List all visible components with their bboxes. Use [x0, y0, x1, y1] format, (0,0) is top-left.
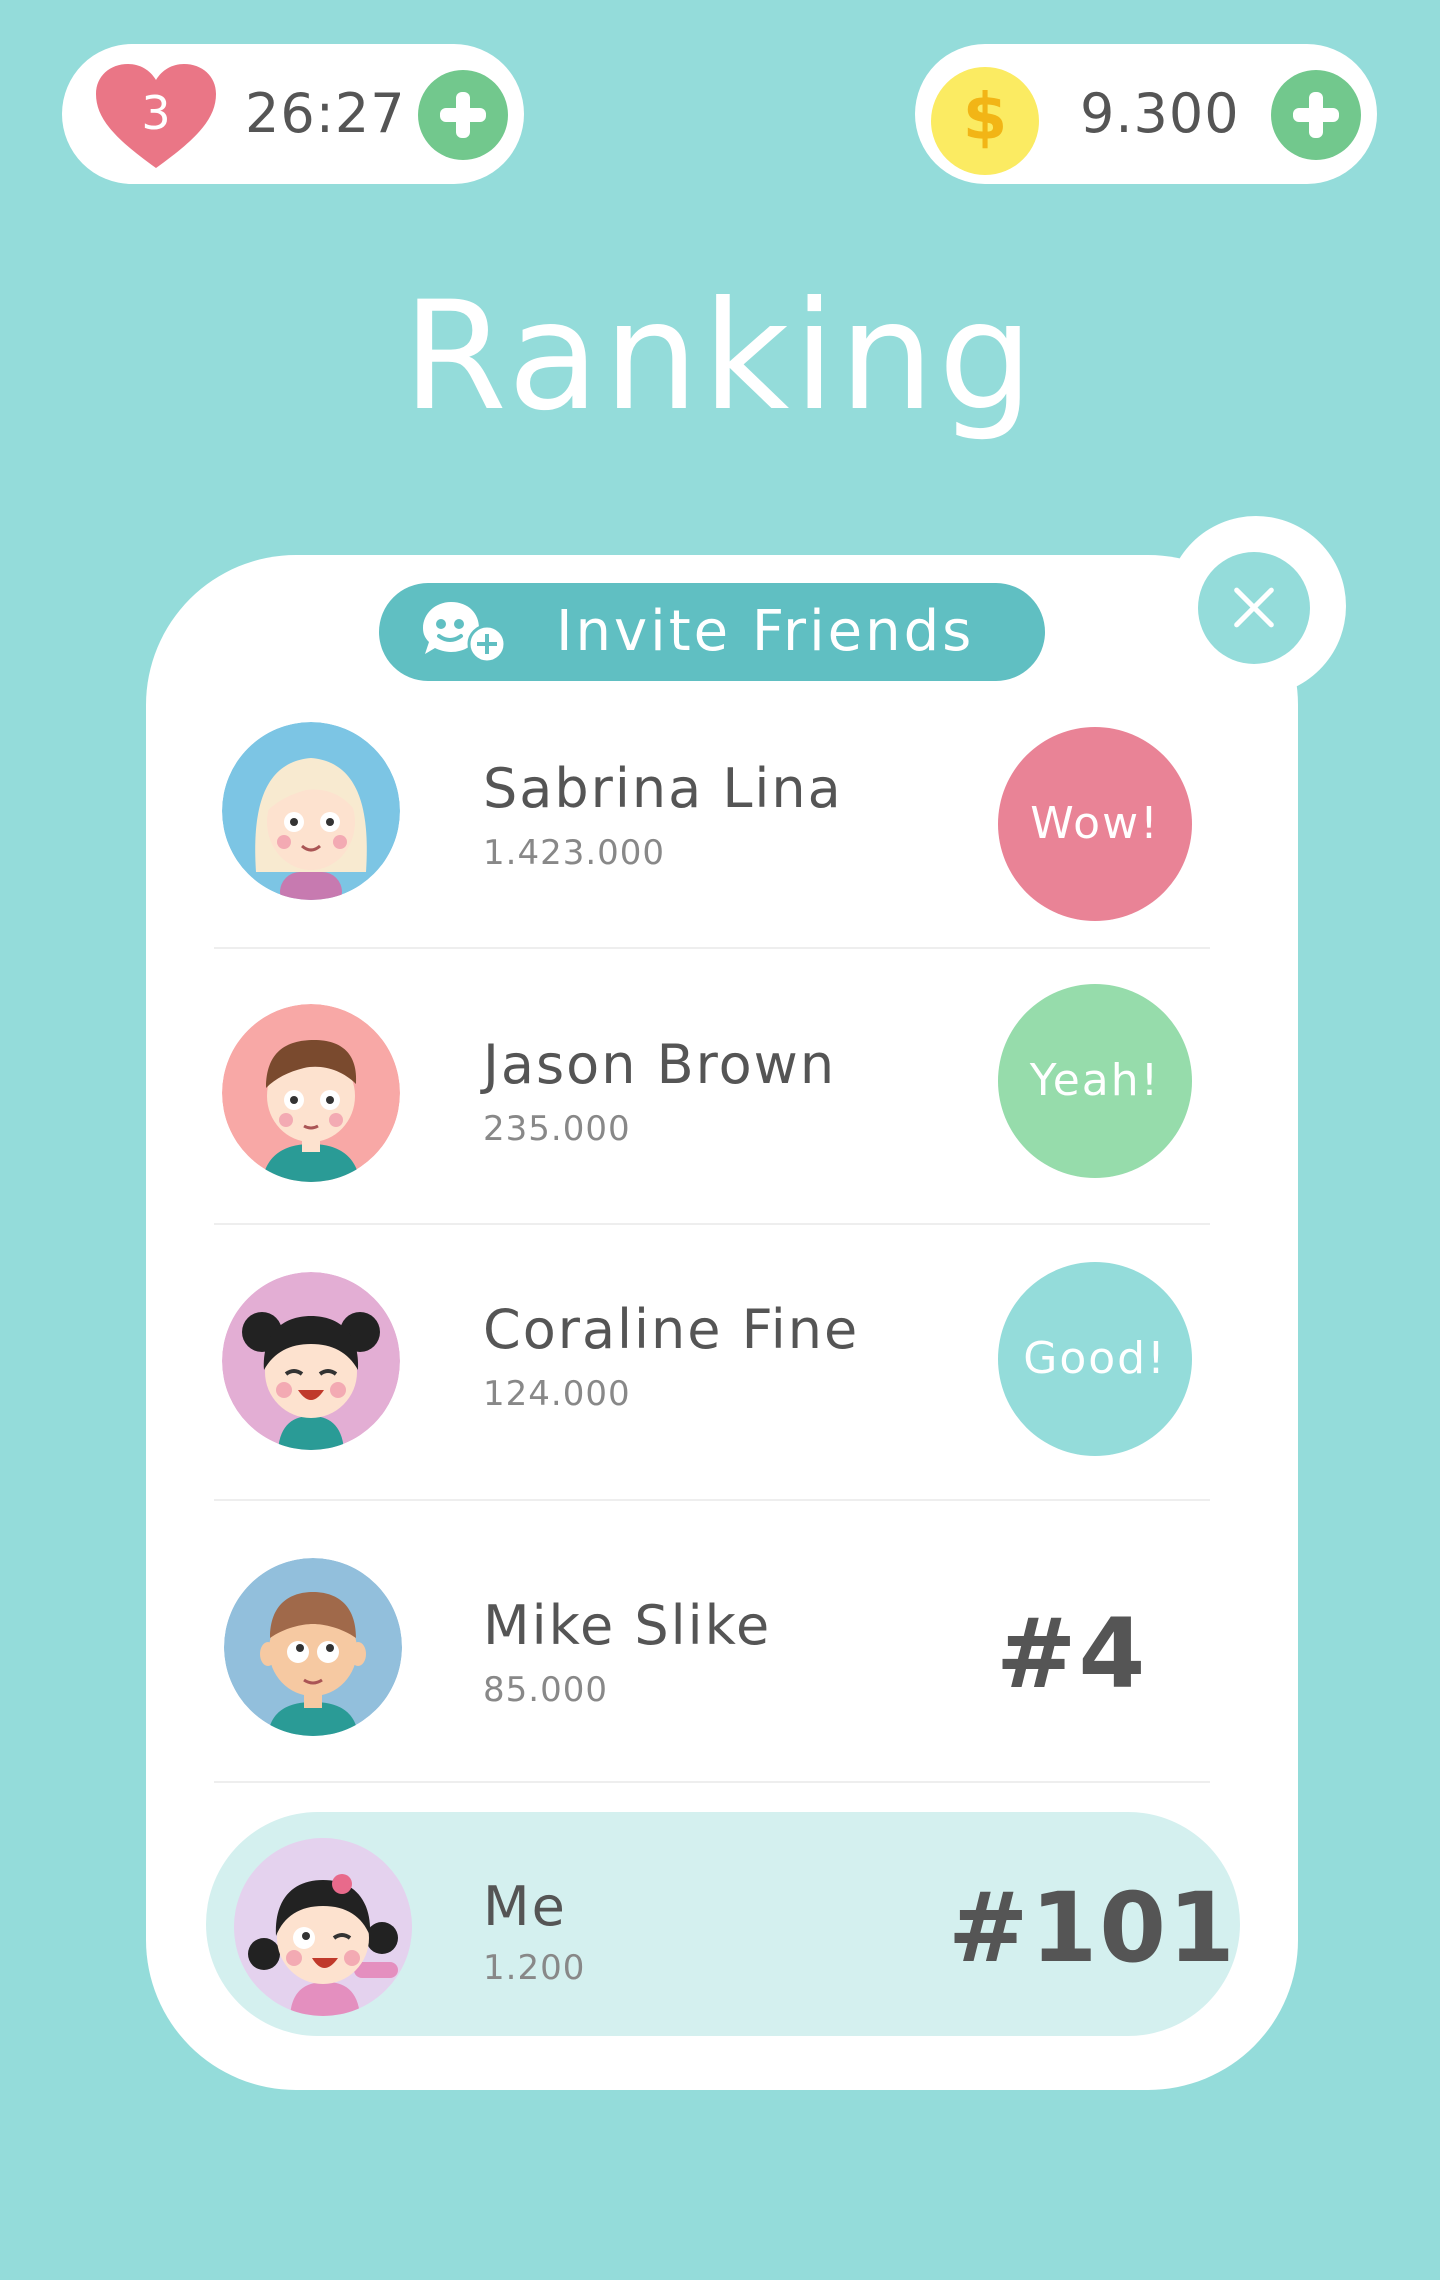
close-button[interactable]	[1198, 552, 1310, 664]
player-score: 1.423.000	[483, 833, 666, 873]
player-score: 124.000	[483, 1374, 631, 1414]
avatar-me	[234, 1838, 412, 2016]
coin-symbol: $	[962, 81, 1008, 155]
reaction-badge-yeah[interactable]: Yeah!	[998, 984, 1192, 1178]
coin-amount: 9.300	[1080, 82, 1240, 145]
reaction-badge-good[interactable]: Good!	[998, 1262, 1192, 1456]
avatar-coraline	[222, 1272, 400, 1450]
player-name: Jason Brown	[483, 1033, 837, 1096]
my-name: Me	[483, 1875, 567, 1938]
heart-icon: 3	[94, 62, 218, 172]
lives-panel: 3 26:27	[62, 44, 524, 184]
row-divider	[214, 1499, 1210, 1501]
lives-timer: 26:27	[245, 82, 406, 145]
add-coins-button[interactable]	[1271, 70, 1361, 160]
avatar-sabrina	[222, 722, 400, 900]
my-score: 1.200	[483, 1948, 586, 1988]
player-name: Mike Slike	[483, 1594, 772, 1657]
player-rank: #4	[996, 1598, 1148, 1710]
invite-friends-label: Invite Friends	[556, 599, 975, 664]
row-divider	[214, 1781, 1210, 1783]
invite-friends-button[interactable]: Invite Friends	[379, 583, 1045, 681]
coin-icon: $	[931, 67, 1039, 175]
row-divider	[214, 947, 1210, 949]
page-title: Ranking	[402, 270, 1038, 444]
avatar-mike	[224, 1558, 402, 1736]
coins-panel: $ 9.300	[915, 44, 1377, 184]
player-name: Sabrina Lina	[483, 757, 843, 820]
my-rank: #101	[948, 1872, 1237, 1984]
player-score: 235.000	[483, 1109, 631, 1149]
reaction-badge-wow[interactable]: Wow!	[998, 727, 1192, 921]
player-score: 85.000	[483, 1670, 608, 1710]
row-divider	[214, 1223, 1210, 1225]
player-name: Coraline Fine	[483, 1298, 860, 1361]
lives-count: 3	[141, 86, 171, 140]
add-lives-button[interactable]	[418, 70, 508, 160]
avatar-jason	[222, 1004, 400, 1182]
invite-friends-icon	[421, 598, 507, 664]
